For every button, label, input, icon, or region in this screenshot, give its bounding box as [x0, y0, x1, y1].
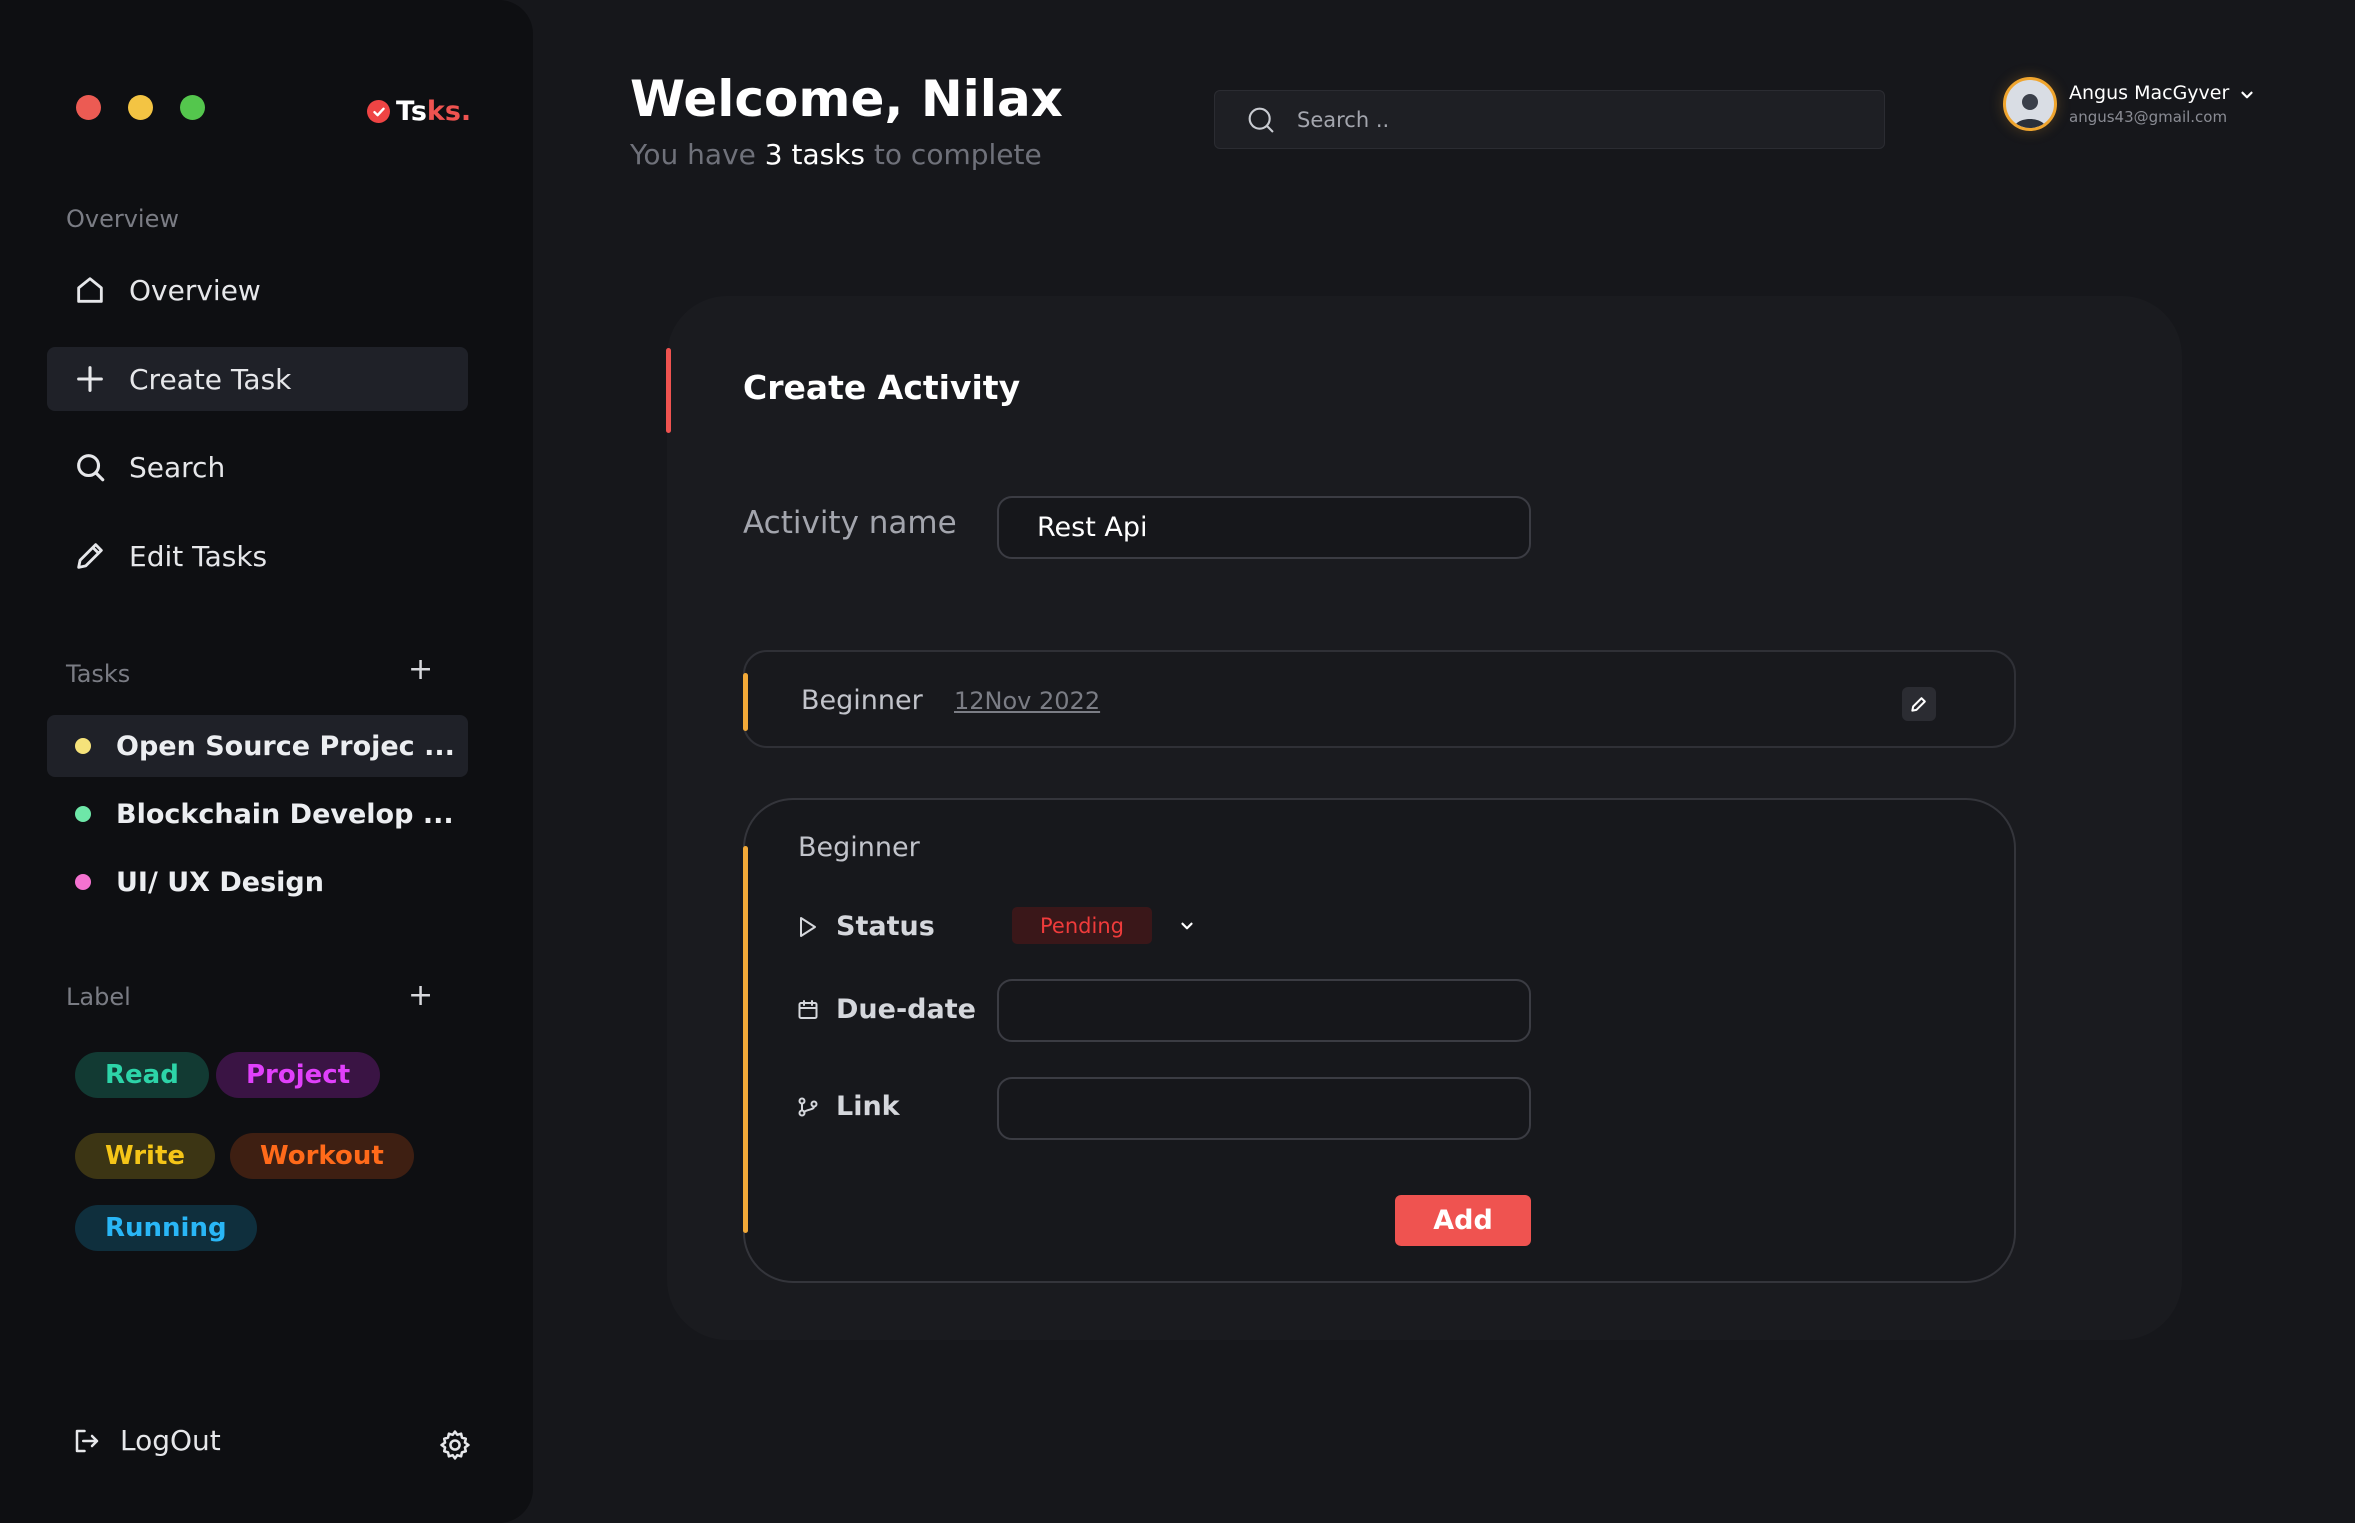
activity-name-label: Activity name	[743, 505, 957, 541]
subtitle-task-count: 3 tasks	[764, 138, 866, 171]
tasks-section-label: Tasks	[66, 660, 131, 688]
status-label: Status	[836, 911, 935, 942]
label-tag-workout[interactable]: Workout	[230, 1133, 414, 1179]
task-label: UI/ UX Design	[116, 866, 324, 898]
nav-overview-label: Overview	[129, 273, 261, 307]
app-window: Tsks. Overview Overview Create Task Sear…	[0, 0, 2355, 1523]
search-input[interactable]	[1297, 107, 1857, 132]
task-color-dot	[75, 806, 91, 822]
subtitle-prefix: You have	[630, 138, 765, 171]
avatar	[2003, 77, 2057, 131]
summary-date[interactable]: 12Nov 2022	[954, 687, 1100, 715]
logo-text-prefix: Ts	[396, 96, 427, 127]
edit-button[interactable]	[1902, 687, 1936, 721]
nav-edit-tasks-label: Edit Tasks	[129, 539, 268, 573]
sidebar: Tsks. Overview Overview Create Task Sear…	[0, 0, 533, 1523]
task-item-ui-ux[interactable]: UI/ UX Design	[47, 851, 468, 913]
status-badge[interactable]: Pending	[1012, 907, 1152, 944]
activity-name-input[interactable]: Rest Api	[997, 496, 1531, 559]
nav-overview[interactable]: Overview	[47, 258, 468, 322]
due-date-row-label: Due-date	[796, 994, 976, 1025]
task-color-dot	[75, 874, 91, 890]
close-window-button[interactable]	[76, 95, 101, 120]
flag-icon	[800, 916, 816, 937]
task-item-open-source[interactable]: Open Source Projec ...	[47, 715, 468, 777]
add-button[interactable]: Add	[1395, 1195, 1531, 1246]
task-label: Blockchain Develop ...	[116, 798, 454, 830]
overview-section-label: Overview	[66, 205, 179, 233]
plus-icon	[77, 366, 103, 392]
link-row-label: Link	[796, 1091, 900, 1122]
home-icon	[77, 277, 103, 303]
detail-accent-bar	[743, 846, 748, 1233]
nav-search[interactable]: Search	[47, 435, 468, 499]
logo-text-suffix: ks.	[426, 96, 472, 127]
task-label: Open Source Projec ...	[116, 730, 455, 762]
check-circle-icon	[367, 100, 390, 123]
logout-button[interactable]: LogOut	[72, 1424, 221, 1457]
task-item-blockchain[interactable]: Blockchain Develop ...	[47, 783, 468, 845]
search-icon	[77, 454, 105, 482]
logout-label: LogOut	[120, 1424, 221, 1457]
detail-level: Beginner	[798, 832, 920, 863]
pencil-icon	[1911, 697, 1926, 712]
status-row-label: Status	[796, 911, 935, 942]
link-input[interactable]	[997, 1077, 1531, 1140]
maximize-window-button[interactable]	[180, 95, 205, 120]
label-tag-read[interactable]: Read	[75, 1052, 209, 1098]
summary-level: Beginner	[801, 685, 923, 716]
add-label-plus-icon[interactable]: +	[408, 981, 433, 1011]
pencil-icon	[77, 543, 103, 569]
card-title: Create Activity	[743, 368, 1021, 407]
status-chevron-down-icon[interactable]	[1178, 917, 1196, 935]
nav-create-task-label: Create Task	[129, 362, 292, 396]
label-section-label: Label	[66, 983, 131, 1011]
window-controls	[76, 95, 205, 120]
label-tag-running[interactable]: Running	[75, 1205, 257, 1251]
chevron-down-icon[interactable]	[2238, 86, 2256, 104]
user-name: Angus MacGyver	[2069, 82, 2230, 104]
nav-search-label: Search	[129, 450, 226, 484]
app-logo: Tsks.	[367, 96, 471, 127]
nav-create-task[interactable]: Create Task	[47, 347, 468, 411]
nav-edit-tasks[interactable]: Edit Tasks	[47, 524, 468, 588]
page-subtitle: You have 3 tasks to complete	[630, 138, 1042, 171]
user-email: angus43@gmail.com	[2069, 108, 2228, 126]
user-profile[interactable]: Angus MacGyver angus43@gmail.com	[2003, 77, 2229, 131]
card-accent-bar	[666, 348, 671, 433]
search-bar[interactable]	[1214, 90, 1885, 149]
due-date-input[interactable]	[997, 979, 1531, 1042]
minimize-window-button[interactable]	[128, 95, 153, 120]
logout-icon	[75, 1429, 99, 1452]
calendar-icon	[798, 999, 818, 1019]
due-date-label: Due-date	[836, 994, 976, 1025]
summary-accent-bar	[743, 673, 748, 731]
search-icon	[1248, 107, 1274, 132]
git-branch-icon	[798, 1097, 818, 1116]
label-tag-write[interactable]: Write	[75, 1133, 216, 1179]
label-tag-project[interactable]: Project	[216, 1052, 381, 1098]
page-title: Welcome, Nilax	[630, 70, 1063, 128]
link-label: Link	[836, 1091, 900, 1122]
user-avatar-icon	[2014, 94, 2046, 128]
subtitle-suffix: to complete	[865, 138, 1042, 171]
activity-summary-row[interactable]: Beginner 12Nov 2022	[743, 650, 2016, 748]
task-color-dot	[75, 738, 91, 754]
add-task-plus-icon[interactable]: +	[408, 655, 433, 685]
settings-gear-icon[interactable]	[438, 1428, 472, 1462]
